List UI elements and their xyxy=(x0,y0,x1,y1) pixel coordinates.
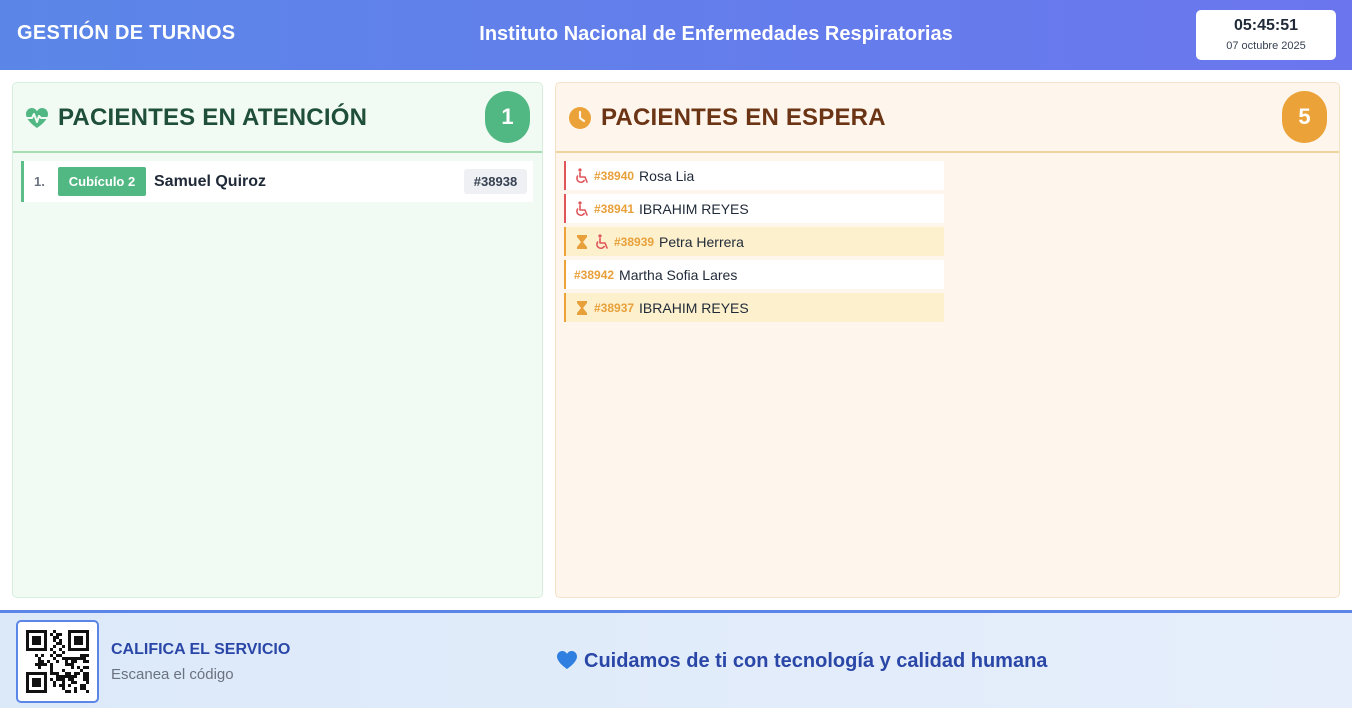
clock-widget: 05:45:51 07 octubre 2025 xyxy=(1196,10,1336,60)
app-title: GESTIÓN DE TURNOS xyxy=(17,22,236,44)
institution-title: Instituto Nacional de Enfermedades Respi… xyxy=(479,23,953,45)
waiting-item: #38937 IBRAHIM REYES xyxy=(564,293,944,322)
wheelchair-icon xyxy=(594,233,610,250)
waiting-name: Martha Sofia Lares xyxy=(619,266,738,283)
rate-service-subtitle: Escanea el código xyxy=(111,666,234,683)
rate-service-title: CALIFICA EL SERVICIO xyxy=(111,641,291,658)
attention-title: PACIENTES EN ATENCIÓN xyxy=(58,104,368,131)
waiting-ticket: #38941 xyxy=(594,201,635,216)
heart-pulse-icon xyxy=(24,106,50,130)
waiting-title: PACIENTES EN ESPERA xyxy=(601,104,886,131)
attention-panel-header: PACIENTES EN ATENCIÓN 1 xyxy=(13,83,542,153)
waiting-ticket: #38940 xyxy=(594,168,635,183)
wheelchair-icon xyxy=(574,200,590,217)
top-header: GESTIÓN DE TURNOS Instituto Nacional de … xyxy=(0,0,1352,70)
attention-count-badge: 1 xyxy=(485,91,530,143)
footer-bar: CALIFICA EL SERVICIO Escanea el código C… xyxy=(0,610,1352,708)
attention-panel: PACIENTES EN ATENCIÓN 1 1. Cubículo 2 Sa… xyxy=(12,82,543,598)
attention-row: 1. Cubículo 2 Samuel Quiroz #38938 xyxy=(21,161,533,202)
qr-code-icon[interactable] xyxy=(16,620,99,703)
clock-time: 05:45:51 xyxy=(1233,17,1299,34)
waiting-item: #38942 Martha Sofia Lares xyxy=(564,260,944,289)
blue-heart-icon xyxy=(556,650,578,670)
cubicle-badge: Cubículo 2 xyxy=(58,167,146,196)
waiting-list: #38940 Rosa Lia #38941 IBRAHIM REYES #38… xyxy=(564,161,944,326)
hourglass-icon xyxy=(574,234,590,250)
waiting-name: Rosa Lia xyxy=(639,167,695,184)
hourglass-icon xyxy=(574,300,590,316)
clock-date: 07 octubre 2025 xyxy=(1226,40,1306,52)
waiting-panel: PACIENTES EN ESPERA 5 #38940 Rosa Lia #3… xyxy=(555,82,1340,598)
waiting-panel-header: PACIENTES EN ESPERA 5 xyxy=(556,83,1339,153)
patient-name: Samuel Quiroz xyxy=(154,173,267,190)
waiting-ticket: #38939 xyxy=(614,234,655,249)
waiting-ticket: #38942 xyxy=(574,267,615,282)
waiting-ticket: #38937 xyxy=(594,300,635,315)
waiting-name: Petra Herrera xyxy=(659,233,744,250)
clock-icon xyxy=(567,106,593,130)
waiting-name: IBRAHIM REYES xyxy=(639,200,749,217)
waiting-item: #38940 Rosa Lia xyxy=(564,161,944,190)
waiting-item: #38939 Petra Herrera xyxy=(564,227,944,256)
waiting-item: #38941 IBRAHIM REYES xyxy=(564,194,944,223)
waiting-count-badge: 5 xyxy=(1282,91,1327,143)
waiting-name: IBRAHIM REYES xyxy=(639,299,749,316)
ticket-badge: #38938 xyxy=(464,169,527,194)
wheelchair-icon xyxy=(574,167,590,184)
row-number: 1. xyxy=(34,174,45,189)
slogan-text: Cuidamos de ti con tecnología y calidad … xyxy=(584,650,1048,672)
slogan: Cuidamos de ti con tecnología y calidad … xyxy=(556,650,1047,673)
